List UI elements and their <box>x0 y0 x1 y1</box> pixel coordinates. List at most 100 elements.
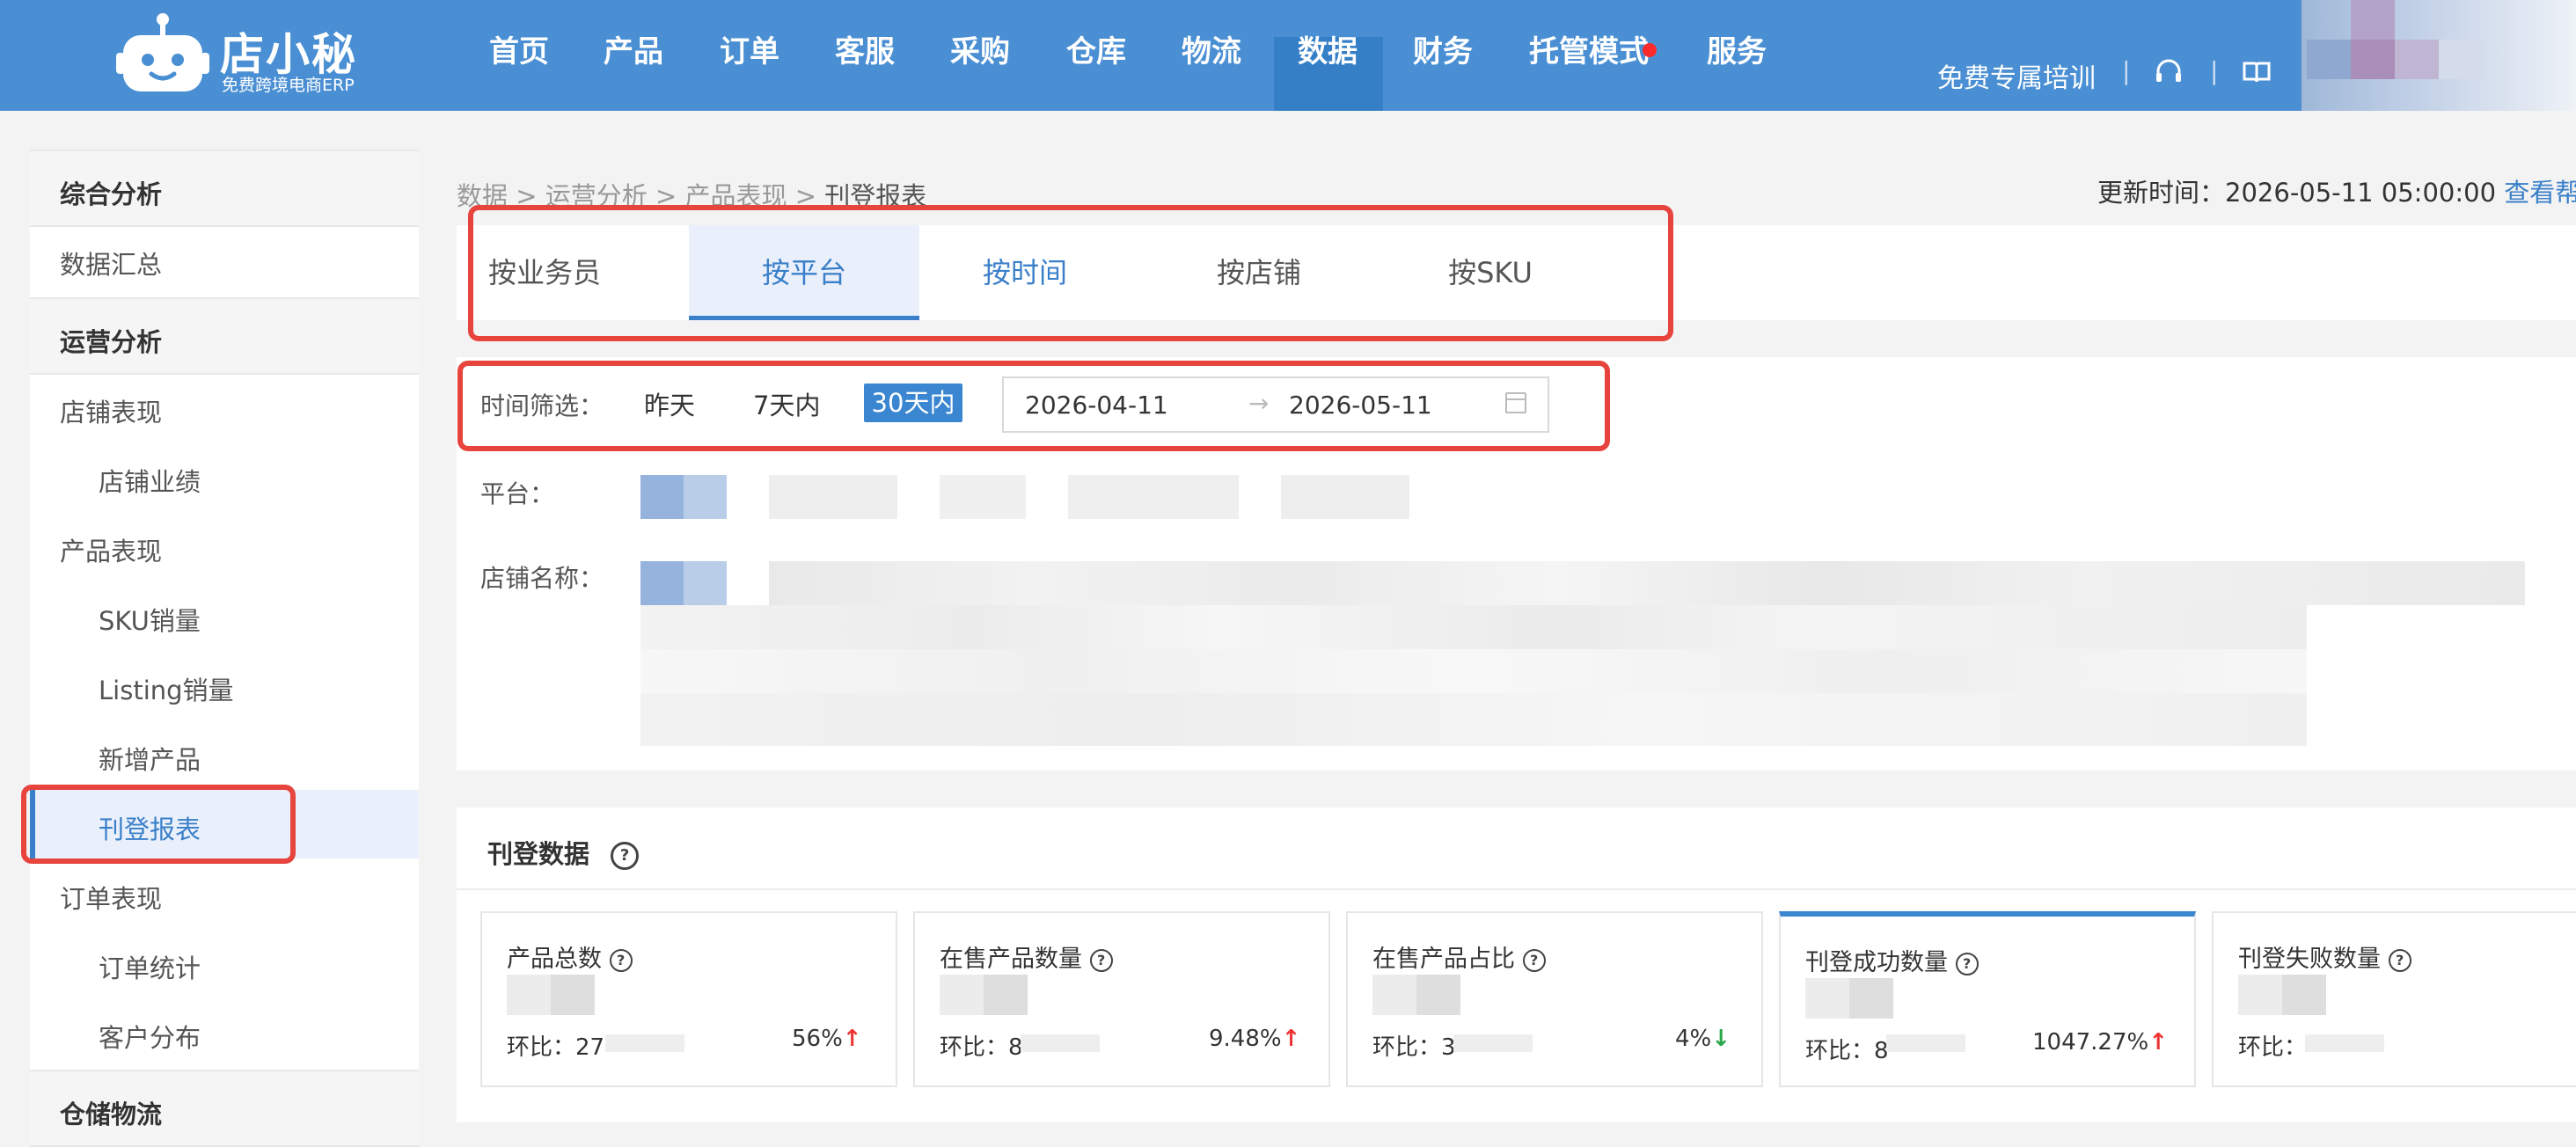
stat-percent: 9.48%↑ <box>1209 1026 1300 1052</box>
headset-icon[interactable] <box>2154 58 2184 84</box>
help-icon[interactable]: ? <box>1522 948 1546 972</box>
sidebar: 综合分析 数据汇总 运营分析 店铺表现 店铺业绩 产品表现 SKU销量 List… <box>30 150 419 1147</box>
stat-label: 刊登失败数量 ? <box>2238 939 2411 974</box>
compare-label: 环比： <box>1372 1034 1442 1061</box>
stat-label-text: 在售产品占比 <box>1372 946 1515 973</box>
sidebar-item-summary[interactable]: 数据汇总 <box>30 225 419 294</box>
percent-value: 4% <box>1675 1026 1712 1052</box>
update-time-label: 更新时间： <box>2097 178 2226 208</box>
sidebar-item-store-performance[interactable]: 店铺表现 <box>30 373 419 442</box>
sidebar-item-label: Listing销量 <box>99 676 234 705</box>
sidebar-item-label: 客户分布 <box>99 1023 201 1053</box>
user-avatar-blurred[interactable] <box>2302 0 2576 111</box>
store-options-blurred[interactable] <box>640 693 2307 746</box>
store-option-selected[interactable] <box>640 561 727 605</box>
free-training-link[interactable]: 免费专属培训 <box>1937 56 2096 95</box>
stat-label: 产品总数 ? <box>507 939 633 974</box>
stat-label-text: 产品总数 <box>507 946 602 973</box>
annotation-box-time-filter <box>457 361 1610 451</box>
notification-dot <box>1643 43 1657 57</box>
compare-value-blurred <box>1021 1034 1100 1052</box>
stat-label-text: 刊登失败数量 <box>2238 946 2381 973</box>
sidebar-item-store-results[interactable]: 店铺业绩 <box>30 442 419 511</box>
help-icon[interactable]: ? <box>611 842 640 870</box>
nav-purchasing[interactable]: 采购 <box>950 37 1010 111</box>
logo[interactable]: 店小秘 免费跨境电商ERP <box>114 11 361 99</box>
store-options-blurred[interactable] <box>640 649 2307 693</box>
sidebar-item-label: 数据汇总 <box>60 250 163 280</box>
percent-value: 1047.27% <box>2032 1029 2149 1056</box>
compare-label: 环比： <box>940 1034 1009 1061</box>
platform-option-selected[interactable] <box>640 475 727 519</box>
compare-value-blurred <box>1453 1034 1533 1052</box>
nav-managed-mode[interactable]: 托管模式 <box>1529 37 1649 111</box>
sidebar-group-overall[interactable]: 综合分析 <box>30 150 419 227</box>
robot-logo-icon <box>116 13 209 91</box>
nav-data[interactable]: 数据 <box>1298 37 1358 111</box>
help-link[interactable]: 查看帮助 <box>2504 178 2576 208</box>
nav-customer-service[interactable]: 客服 <box>835 37 895 111</box>
help-icon[interactable]: ? <box>2388 948 2411 972</box>
trend-up-icon: ↑ <box>842 1026 862 1052</box>
platform-option[interactable] <box>940 475 1026 519</box>
trend-up-icon: ↑ <box>1281 1026 1301 1052</box>
stat-compare: 环比：8 <box>940 1029 1023 1062</box>
help-icon[interactable]: ? <box>1089 948 1113 972</box>
stat-percent: 56%↑ <box>792 1026 862 1052</box>
help-icon[interactable]: ? <box>609 948 633 972</box>
sidebar-item-sku-sales[interactable]: SKU销量 <box>30 581 419 650</box>
sidebar-item-label: 订单表现 <box>60 884 163 914</box>
platform-option[interactable] <box>1068 475 1239 519</box>
stat-compare: 环比：8 <box>1805 1033 1889 1065</box>
book-icon[interactable] <box>2242 60 2272 84</box>
sidebar-item-label: 店铺业绩 <box>99 467 201 497</box>
sidebar-item-label: SKU销量 <box>99 606 201 636</box>
sidebar-group-ops[interactable]: 运营分析 <box>30 297 419 375</box>
sidebar-item-order-performance[interactable]: 订单表现 <box>30 859 419 928</box>
sidebar-item-listing-sales[interactable]: Listing销量 <box>30 651 419 720</box>
stat-card-products-on-sale: 在售产品数量 ? 环比：8 9.48%↑ <box>913 911 1330 1087</box>
stat-label-text: 刊登成功数量 <box>1805 949 1948 976</box>
compare-value-blurred <box>2305 1034 2384 1052</box>
stat-value-blurred <box>1805 978 1893 1019</box>
compare-value-blurred <box>1886 1034 1965 1052</box>
stat-percent: 1047.27%↑ <box>2032 1029 2168 1056</box>
nav-orders[interactable]: 订单 <box>720 37 779 111</box>
stat-compare: 环比： <box>2238 1029 2307 1062</box>
percent-value: 9.48% <box>1209 1026 1282 1052</box>
stat-label: 在售产品占比 ? <box>1372 939 1546 974</box>
nav-finance[interactable]: 财务 <box>1413 37 1473 111</box>
stat-label: 在售产品数量 ? <box>940 939 1113 974</box>
stat-card-listing-success: 刊登成功数量 ? 环比：8 1047.27%↑ <box>1779 911 2196 1087</box>
nav-logistics[interactable]: 物流 <box>1182 37 1241 111</box>
help-icon[interactable]: ? <box>1955 952 1979 975</box>
sidebar-item-product-performance[interactable]: 产品表现 <box>30 512 419 581</box>
compare-value: 27 <box>575 1034 605 1061</box>
nav-services[interactable]: 服务 <box>1707 37 1767 111</box>
platform-option[interactable] <box>1281 475 1409 519</box>
sidebar-item-order-stats[interactable]: 订单统计 <box>30 929 419 997</box>
sidebar-group-warehouse[interactable]: 仓储物流 <box>30 1070 419 1147</box>
stats-title: 刊登数据 ? <box>487 834 640 871</box>
sidebar-item-customer-distribution[interactable]: 客户分布 <box>30 998 419 1067</box>
nav-home[interactable]: 首页 <box>489 37 549 111</box>
divider <box>457 888 2576 890</box>
header-separator: | <box>2210 56 2219 85</box>
store-options-blurred[interactable] <box>769 561 2525 605</box>
compare-label: 环比： <box>1805 1038 1875 1064</box>
compare-label: 环比： <box>507 1034 576 1061</box>
stat-label: 刊登成功数量 ? <box>1805 943 1979 977</box>
nav-products[interactable]: 产品 <box>604 37 663 111</box>
platform-option[interactable] <box>769 475 897 519</box>
sidebar-item-label: 订单统计 <box>99 953 201 983</box>
stat-card-on-sale-ratio: 在售产品占比 ? 环比：3 4%↓ <box>1346 911 1763 1087</box>
stat-compare: 环比：27 <box>507 1029 604 1062</box>
nav-warehouse[interactable]: 仓库 <box>1066 37 1126 111</box>
sidebar-group-label: 仓储物流 <box>60 1100 163 1129</box>
store-name-label: 店铺名称： <box>480 564 604 593</box>
stat-percent: 4%↓ <box>1675 1026 1731 1052</box>
store-options-blurred[interactable] <box>640 605 2307 649</box>
sidebar-item-new-products[interactable]: 新增产品 <box>30 720 419 789</box>
sidebar-group-label: 综合分析 <box>60 179 163 209</box>
platform-label: 平台： <box>480 479 555 508</box>
